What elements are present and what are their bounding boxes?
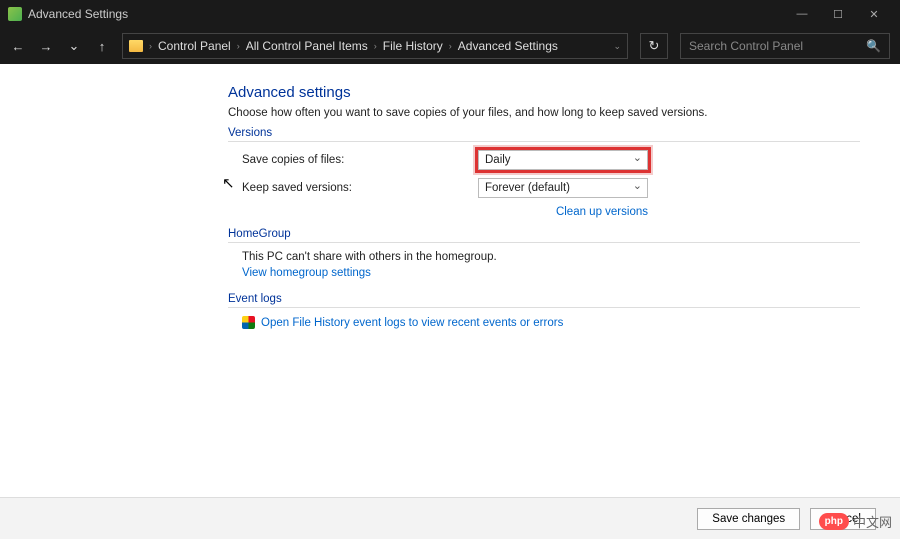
section-divider [228, 307, 860, 308]
search-icon: 🔍 [866, 39, 881, 53]
chevron-right-icon: › [374, 41, 377, 51]
refresh-button[interactable]: ↻ [640, 33, 668, 59]
breadcrumb-control-panel[interactable]: Control Panel [158, 39, 231, 53]
chevron-down-icon[interactable]: ⌄ [613, 41, 621, 52]
shield-icon [242, 316, 255, 329]
content-panel: Advanced settings Choose how often you w… [0, 64, 900, 497]
chevron-right-icon: › [449, 41, 452, 51]
close-button[interactable]: ✕ [856, 0, 892, 28]
up-button[interactable]: ↑ [94, 38, 110, 54]
window-title: Advanced Settings [28, 7, 128, 21]
keep-saved-value: Forever (default) [485, 182, 570, 194]
nav-toolbar: ← → ⌄ ↑ › Control Panel › All Control Pa… [0, 28, 900, 64]
forward-button[interactable]: → [38, 38, 54, 54]
chevron-right-icon: › [237, 41, 240, 51]
save-copies-select[interactable]: Daily [478, 150, 648, 170]
chevron-right-icon: › [149, 41, 152, 51]
homegroup-settings-link[interactable]: View homegroup settings [242, 267, 371, 279]
search-input[interactable]: Search Control Panel 🔍 [680, 33, 890, 59]
recent-dropdown[interactable]: ⌄ [66, 38, 82, 54]
search-placeholder: Search Control Panel [689, 39, 803, 53]
eventlogs-section-label: Event logs [228, 293, 860, 305]
maximize-button[interactable]: ☐ [820, 0, 856, 28]
breadcrumb-all-items[interactable]: All Control Panel Items [246, 39, 368, 53]
eventlogs-link[interactable]: Open File History event logs to view rec… [261, 317, 563, 329]
footer-bar: Save changes Cancel [0, 497, 900, 539]
breadcrumb-advanced-settings[interactable]: Advanced Settings [458, 39, 558, 53]
section-divider [228, 141, 860, 142]
section-divider [228, 242, 860, 243]
cleanup-versions-link[interactable]: Clean up versions [556, 206, 648, 218]
app-icon [8, 7, 22, 21]
folder-icon [129, 40, 143, 52]
page-description: Choose how often you want to save copies… [228, 107, 860, 119]
address-bar[interactable]: › Control Panel › All Control Panel Item… [122, 33, 628, 59]
page-heading: Advanced settings [228, 84, 860, 101]
keep-saved-label: Keep saved versions: [228, 182, 478, 194]
breadcrumb-file-history[interactable]: File History [383, 39, 443, 53]
homegroup-section-label: HomeGroup [228, 228, 860, 240]
save-button[interactable]: Save changes [697, 508, 800, 530]
versions-section-label: Versions [228, 127, 860, 139]
minimize-button[interactable]: — [784, 0, 820, 28]
homegroup-text: This PC can't share with others in the h… [228, 251, 860, 263]
title-bar: Advanced Settings — ☐ ✕ [0, 0, 900, 28]
save-copies-label: Save copies of files: [228, 154, 478, 166]
save-copies-value: Daily [485, 154, 511, 166]
cancel-button[interactable]: Cancel [810, 508, 876, 530]
keep-saved-select[interactable]: Forever (default) [478, 178, 648, 198]
back-button[interactable]: ← [10, 38, 26, 54]
